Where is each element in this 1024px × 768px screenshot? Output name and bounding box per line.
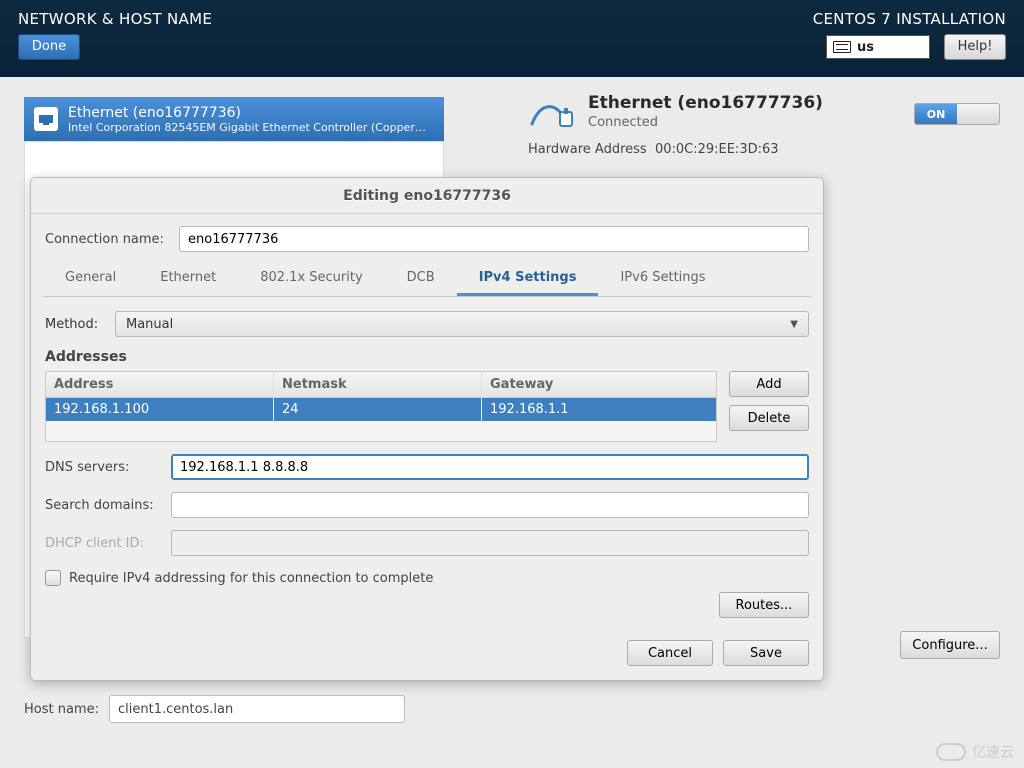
- add-address-button[interactable]: Add: [729, 371, 809, 397]
- require-ipv4-label: Require IPv4 addressing for this connect…: [69, 571, 433, 586]
- cell-address: 192.168.1.100: [46, 398, 274, 421]
- search-domains-label: Search domains:: [45, 498, 161, 513]
- save-button[interactable]: Save: [723, 640, 809, 666]
- hostname-input[interactable]: [109, 695, 405, 723]
- col-address: Address: [46, 372, 274, 397]
- hw-address-label: Hardware Address: [528, 142, 647, 157]
- tab-dcb[interactable]: DCB: [385, 262, 457, 296]
- keyboard-layout-selector[interactable]: us: [826, 35, 930, 59]
- col-netmask: Netmask: [274, 372, 482, 397]
- method-value: Manual: [126, 317, 173, 332]
- method-label: Method:: [45, 317, 103, 332]
- method-select[interactable]: Manual ▼: [115, 311, 809, 337]
- watermark-text: 亿速云: [972, 742, 1014, 762]
- toggle-handle: [957, 104, 999, 124]
- help-button[interactable]: Help!: [944, 34, 1006, 60]
- connection-toggle[interactable]: ON: [914, 103, 1000, 125]
- delete-address-button[interactable]: Delete: [729, 405, 809, 431]
- connection-status: Connected: [588, 115, 823, 130]
- ethernet-port-icon: [34, 107, 58, 131]
- addresses-table[interactable]: Address Netmask Gateway 192.168.1.100 24…: [45, 371, 717, 442]
- tab-8021x-security[interactable]: 802.1x Security: [238, 262, 384, 296]
- device-name: Ethernet (eno16777736): [68, 105, 428, 121]
- table-row-empty[interactable]: [46, 421, 716, 441]
- dns-servers-input[interactable]: [171, 454, 809, 480]
- configure-button[interactable]: Configure...: [900, 631, 1000, 659]
- device-list-item[interactable]: Ethernet (eno16777736) Intel Corporation…: [24, 97, 444, 141]
- keyboard-icon: [833, 41, 851, 53]
- dropdown-arrow-icon: ▼: [790, 319, 798, 330]
- keyboard-layout-label: us: [857, 40, 874, 55]
- connection-name-input[interactable]: [179, 226, 809, 252]
- cloud-icon: [936, 743, 966, 761]
- search-domains-input[interactable]: [171, 492, 809, 518]
- table-row[interactable]: 192.168.1.100 24 192.168.1.1: [46, 398, 716, 421]
- device-list: Ethernet (eno16777736) Intel Corporation…: [24, 97, 444, 141]
- tab-ipv4-settings[interactable]: IPv4 Settings: [457, 262, 599, 296]
- watermark: 亿速云: [936, 742, 1014, 762]
- connection-name-label: Connection name:: [45, 232, 169, 247]
- settings-tabs: General Ethernet 802.1x Security DCB IPv…: [43, 262, 811, 297]
- tab-ethernet[interactable]: Ethernet: [138, 262, 238, 296]
- tab-ipv6-settings[interactable]: IPv6 Settings: [598, 262, 727, 296]
- hostname-label: Host name:: [24, 702, 99, 717]
- cell-netmask: 24: [274, 398, 482, 421]
- edit-connection-dialog: Editing eno16777736 Connection name: Gen…: [30, 177, 824, 681]
- tab-general[interactable]: General: [43, 262, 138, 296]
- require-ipv4-checkbox[interactable]: [45, 570, 61, 586]
- device-description: Intel Corporation 82545EM Gigabit Ethern…: [68, 121, 428, 134]
- hw-address-value: 00:0C:29:EE:3D:63: [655, 142, 779, 157]
- toggle-on-label: ON: [915, 104, 957, 124]
- done-button[interactable]: Done: [18, 34, 80, 60]
- install-title: CENTOS 7 INSTALLATION: [813, 10, 1006, 28]
- cancel-button[interactable]: Cancel: [627, 640, 713, 666]
- addresses-section-title: Addresses: [45, 349, 809, 365]
- hardware-address-row: Hardware Address 00:0C:29:EE:3D:63: [528, 142, 1000, 157]
- table-header: Address Netmask Gateway: [46, 372, 716, 398]
- installer-header: NETWORK & HOST NAME Done CENTOS 7 INSTAL…: [0, 0, 1024, 77]
- routes-button[interactable]: Routes...: [719, 592, 809, 618]
- ethernet-cable-icon: [528, 94, 574, 130]
- dns-servers-label: DNS servers:: [45, 460, 161, 475]
- dhcp-client-id-label: DHCP client ID:: [45, 536, 161, 551]
- connection-title: Ethernet (eno16777736): [588, 93, 823, 113]
- dialog-title: Editing eno16777736: [31, 178, 823, 214]
- page-title: NETWORK & HOST NAME: [18, 10, 212, 28]
- dhcp-client-id-input: [171, 530, 809, 556]
- cell-gateway: 192.168.1.1: [482, 398, 716, 421]
- col-gateway: Gateway: [482, 372, 716, 397]
